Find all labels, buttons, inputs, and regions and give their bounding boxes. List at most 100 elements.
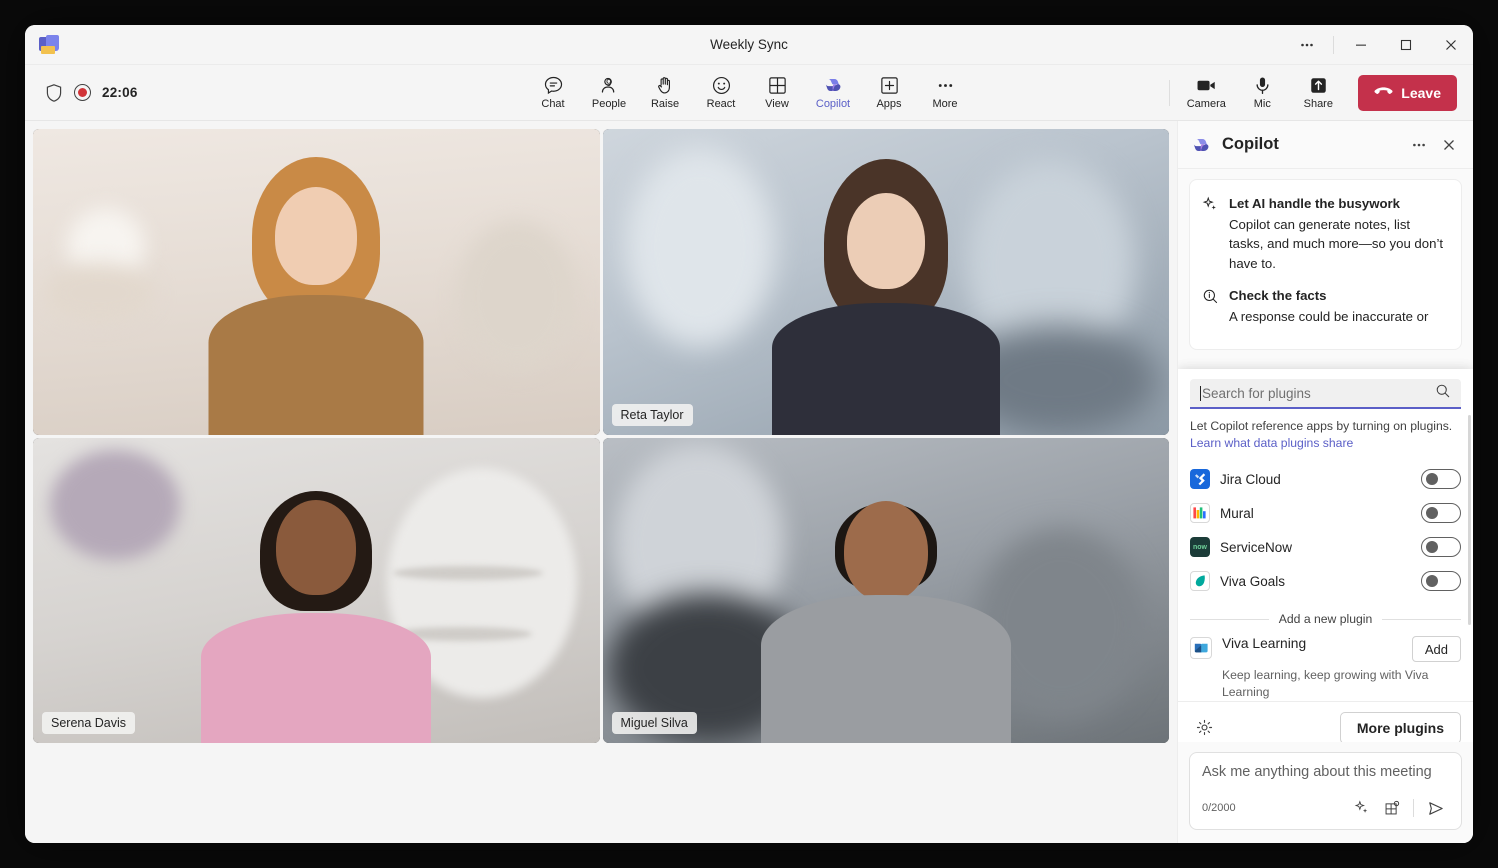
plugins-note: Let Copilot reference apps by turning on… [1190, 418, 1461, 452]
plugins-learn-more-link[interactable]: Learn what data plugins share [1190, 436, 1353, 450]
character-counter: 0/2000 [1202, 802, 1236, 814]
viva-learning-icon [1190, 637, 1212, 659]
view-grid-icon [767, 74, 788, 96]
toolbar-more-button[interactable]: More [917, 71, 973, 114]
window-more-button[interactable] [1284, 25, 1329, 65]
toolbar-apps-label: Apps [876, 98, 902, 110]
disclaimer-item: Let AI handle the busywork Copilot can g… [1202, 194, 1447, 273]
shield-icon [45, 83, 63, 103]
plugin-toggle-servicenow[interactable] [1421, 537, 1461, 557]
search-icon[interactable] [1435, 383, 1451, 404]
sparkle-prompts-icon[interactable] [1348, 795, 1376, 821]
close-button[interactable] [1428, 25, 1473, 65]
participant-name-label: Reta Taylor [611, 403, 693, 426]
toolbar-react-label: React [706, 98, 736, 110]
compose-placeholder[interactable]: Ask me anything about this meeting [1202, 764, 1449, 786]
disclaimer-body: A response could be inaccurate or [1229, 308, 1429, 324]
text-caret [1200, 385, 1201, 401]
video-tile[interactable]: Reta Taylor [602, 129, 1169, 435]
plugin-toggle-viva-goals[interactable] [1421, 571, 1461, 591]
hangup-icon [1374, 85, 1393, 101]
plugins-note-text: Let Copilot reference apps by turning on… [1190, 419, 1453, 433]
plugin-row-viva-goals: Viva Goals [1190, 564, 1461, 598]
mural-icon [1190, 503, 1210, 523]
plugins-flyout: Let Copilot reference apps by turning on… [1178, 369, 1473, 742]
microphone-icon [1252, 74, 1273, 96]
toolbar-share-button[interactable]: Share [1290, 71, 1346, 114]
sparkle-icon [1202, 194, 1220, 273]
apps-plus-icon [879, 74, 900, 96]
toolbar-right-actions: Camera Mic Share Leave [1167, 71, 1473, 114]
people-count-badge: 9 [605, 78, 612, 89]
video-feed [602, 437, 1169, 743]
compose-actions [1348, 795, 1449, 821]
minimize-button[interactable] [1338, 25, 1383, 65]
video-tile[interactable]: Miguel Silva [602, 437, 1169, 743]
add-plugin-section-label: Add a new plugin [1190, 612, 1461, 626]
participant-name-label: Miguel Silva [611, 712, 697, 734]
search-input[interactable] [1202, 385, 1435, 401]
gear-icon[interactable] [1190, 714, 1218, 742]
disclaimer-text: Let AI handle the busywork Copilot can g… [1229, 194, 1447, 273]
copilot-content: Let AI handle the busywork Copilot can g… [1178, 169, 1473, 742]
copilot-compose-area: Ask me anything about this meeting 0/200… [1178, 742, 1473, 843]
compose-box[interactable]: Ask me anything about this meeting 0/200… [1189, 752, 1462, 830]
maximize-button[interactable] [1383, 25, 1428, 65]
meeting-body: Reta Taylor Serena Davis Miguel Silva Co… [25, 121, 1473, 843]
toolbar-mic-button[interactable]: Mic [1234, 71, 1290, 114]
copilot-header: Copilot [1178, 121, 1473, 169]
info-magnifier-icon [1202, 286, 1220, 326]
video-feed [33, 129, 600, 435]
plugin-search-field[interactable] [1190, 379, 1461, 409]
toolbar-more-label: More [932, 98, 958, 110]
leave-button-label: Leave [1401, 84, 1441, 101]
plugin-name: ServiceNow [1220, 539, 1293, 555]
video-stage: Reta Taylor Serena Davis Miguel Silva [25, 121, 1177, 843]
toolbar-copilot-button[interactable]: Copilot [805, 71, 861, 114]
toolbar-raise-button[interactable]: Raise [637, 71, 693, 114]
window-title: Weekly Sync [710, 37, 788, 52]
disclaimer-heading: Let AI handle the busywork [1229, 196, 1400, 211]
toolbar-react-button[interactable]: React [693, 71, 749, 114]
title-bar: Weekly Sync [25, 25, 1473, 65]
toolbar-view-button[interactable]: View [749, 71, 805, 114]
plugins-footer: More plugins [1178, 701, 1473, 742]
video-tile[interactable] [33, 129, 600, 435]
participant-name-label: Serena Davis [42, 712, 136, 734]
plugin-toggle-mural[interactable] [1421, 503, 1461, 523]
plugins-body: Let Copilot reference apps by turning on… [1178, 369, 1473, 701]
divider [1413, 799, 1414, 817]
plugin-name: Viva Goals [1220, 573, 1286, 589]
leave-button[interactable]: Leave [1358, 74, 1457, 111]
copilot-more-button[interactable] [1405, 131, 1433, 159]
video-feed [602, 129, 1169, 435]
meeting-toolbar: 22:06 Chat 9 People Raise React View Cop… [25, 65, 1473, 121]
plugin-row-servicenow: now ServiceNow [1190, 530, 1461, 564]
apps-grid-icon[interactable] [1378, 795, 1406, 821]
divider [1169, 79, 1171, 106]
video-tiles-grid: Reta Taylor Serena Davis Miguel Silva [33, 129, 1169, 743]
toolbar-people-button[interactable]: 9 People [581, 71, 637, 114]
send-icon[interactable] [1421, 795, 1449, 821]
plugin-store-description: Keep learning, keep growing with Viva Le… [1222, 668, 1429, 699]
plugins-scrollbar[interactable] [1468, 415, 1471, 625]
window-controls [1284, 25, 1473, 64]
toolbar-apps-button[interactable]: Apps [861, 71, 917, 114]
disclaimer-text: Check the facts A response could be inac… [1229, 286, 1428, 326]
viva-goals-icon [1190, 571, 1210, 591]
disclaimer-heading: Check the facts [1229, 288, 1327, 303]
jira-cloud-icon [1190, 469, 1210, 489]
raise-hand-icon [655, 74, 676, 96]
record-indicator-icon [74, 84, 91, 101]
plugin-toggle-jira-cloud[interactable] [1421, 469, 1461, 489]
video-tile[interactable]: Serena Davis [33, 437, 600, 743]
add-plugin-button[interactable]: Add [1411, 636, 1461, 662]
share-screen-icon [1308, 74, 1329, 96]
more-plugins-button[interactable]: More plugins [1339, 711, 1461, 742]
more-ellipsis-icon [935, 74, 956, 96]
camera-icon [1195, 74, 1218, 96]
disclaimer-body: Copilot can generate notes, list tasks, … [1229, 216, 1444, 271]
toolbar-camera-button[interactable]: Camera [1178, 71, 1234, 114]
toolbar-chat-button[interactable]: Chat [525, 71, 581, 114]
copilot-close-button[interactable] [1435, 131, 1463, 159]
